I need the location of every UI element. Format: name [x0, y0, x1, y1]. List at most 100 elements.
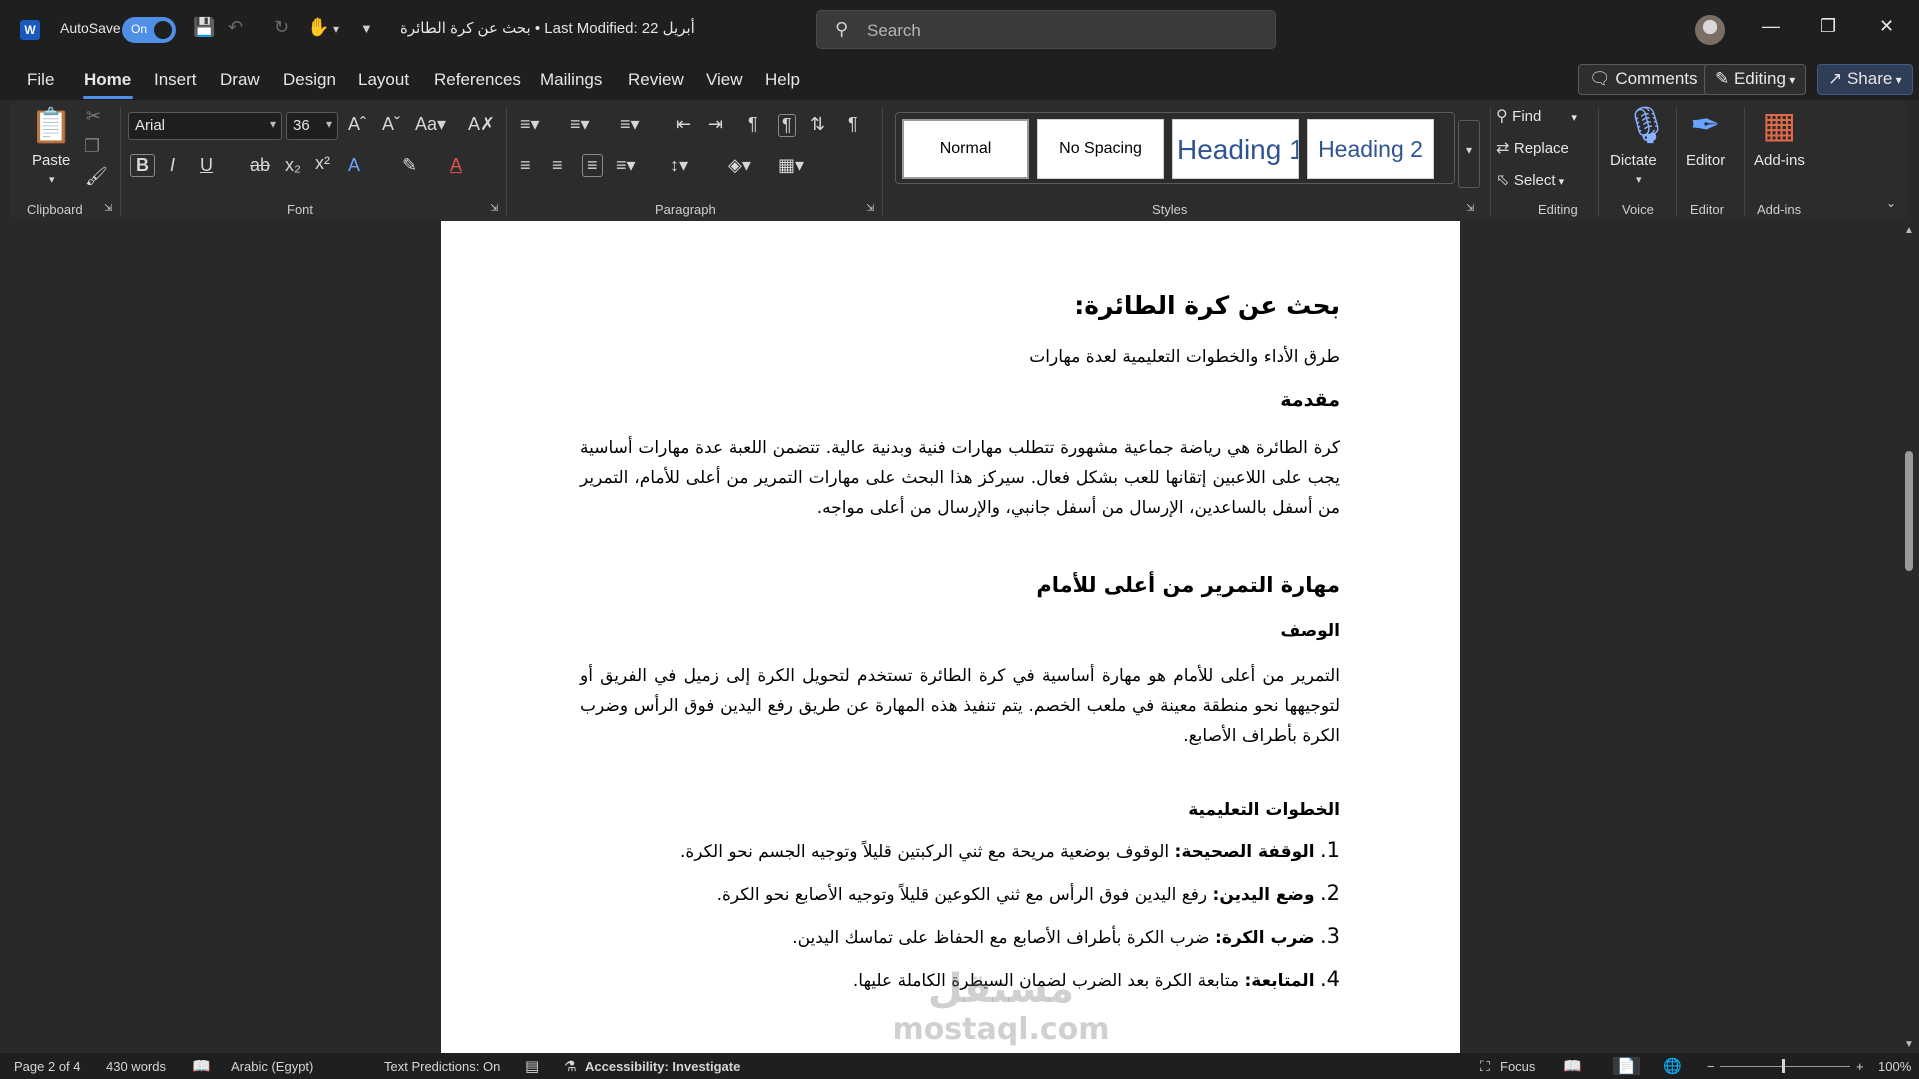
dictate-label[interactable]: Dictate	[1610, 152, 1657, 169]
share-button[interactable]: ↗ Share ▾	[1817, 64, 1913, 95]
strikethrough-icon[interactable]: ab	[250, 155, 270, 176]
decrease-indent-icon[interactable]: ⇤	[676, 114, 691, 135]
vertical-scrollbar[interactable]: ▲ ▼	[1900, 221, 1919, 1053]
grow-font-icon[interactable]: Aˆ	[348, 114, 366, 135]
tab-design[interactable]: Design	[283, 70, 336, 90]
touch-mode-icon[interactable]: ✋	[307, 17, 329, 38]
chevron-down-icon[interactable]: ▾	[1636, 173, 1642, 186]
paste-label[interactable]: Paste	[32, 152, 70, 169]
zoom-slider-knob[interactable]	[1782, 1059, 1785, 1073]
line-spacing-icon[interactable]: ↕▾	[670, 155, 688, 176]
superscript-icon[interactable]: x²	[315, 153, 330, 174]
zoom-out-icon[interactable]: −	[1707, 1059, 1715, 1074]
scroll-thumb[interactable]	[1905, 451, 1913, 571]
undo-icon[interactable]: ↶	[228, 17, 243, 38]
focus-button[interactable]: Focus	[1500, 1059, 1535, 1074]
tab-mailings[interactable]: Mailings	[540, 70, 602, 90]
style-heading-2[interactable]: Heading 2	[1307, 119, 1434, 179]
print-layout-icon[interactable]: 📄	[1613, 1057, 1640, 1075]
chevron-down-icon[interactable]: ▾	[49, 173, 55, 186]
tab-layout[interactable]: Layout	[358, 70, 409, 90]
borders-icon[interactable]: ▦▾	[778, 155, 804, 176]
scroll-down-icon[interactable]: ▼	[1904, 1039, 1914, 1050]
dialog-launcher-icon[interactable]: ⇲	[1466, 203, 1474, 214]
dialog-launcher-icon[interactable]: ⇲	[104, 203, 112, 214]
redo-icon[interactable]: ↻	[274, 17, 289, 38]
style-normal[interactable]: Normal	[902, 119, 1029, 179]
zoom-in-icon[interactable]: +	[1856, 1059, 1864, 1074]
increase-indent-icon[interactable]: ⇥	[708, 114, 723, 135]
web-layout-icon[interactable]: 🌐	[1663, 1057, 1682, 1075]
find-button[interactable]: ⚲ Find ▾	[1496, 106, 1577, 126]
bold-icon[interactable]: B	[130, 154, 155, 177]
change-case-icon[interactable]: Aa▾	[415, 114, 446, 135]
ltr-icon[interactable]: ¶	[748, 114, 758, 135]
read-mode-icon[interactable]: 📖	[1563, 1057, 1582, 1075]
paste-icon[interactable]: 📋	[30, 106, 72, 146]
dialog-launcher-icon[interactable]: ⇲	[490, 203, 498, 214]
editing-mode-button[interactable]: ✎ Editing ▾	[1704, 64, 1807, 95]
show-marks-icon[interactable]: ¶	[848, 114, 858, 135]
bullets-icon[interactable]: ≡▾	[520, 114, 540, 135]
avatar[interactable]	[1695, 15, 1725, 45]
document-title[interactable]: بحث عن كرة الطائرة • Last Modified: 22 أ…	[400, 19, 695, 37]
language-indicator[interactable]: Arabic (Egypt)	[231, 1059, 313, 1074]
close-icon[interactable]: ✕	[1879, 16, 1894, 37]
tab-insert[interactable]: Insert	[154, 70, 197, 90]
tab-draw[interactable]: Draw	[220, 70, 260, 90]
align-right-icon[interactable]: ≡	[582, 154, 603, 177]
editor-label[interactable]: Editor	[1686, 152, 1725, 169]
restore-icon[interactable]: ❐	[1820, 16, 1836, 37]
search-box[interactable]: ⚲ Search	[816, 10, 1276, 49]
align-left-icon[interactable]: ≡	[520, 155, 531, 176]
scroll-up-icon[interactable]: ▲	[1904, 225, 1914, 236]
replace-button[interactable]: ⇄ Replace	[1496, 138, 1569, 158]
zoom-slider[interactable]	[1720, 1066, 1850, 1067]
tab-file[interactable]: File	[27, 70, 54, 90]
multilevel-list-icon[interactable]: ≡▾	[620, 114, 640, 135]
italic-icon[interactable]: I	[170, 155, 175, 176]
underline-icon[interactable]: U	[200, 155, 213, 176]
chevron-down-icon[interactable]: ▾	[333, 22, 339, 36]
proofing-book-icon[interactable]: 📖	[192, 1057, 211, 1075]
editor-pen-icon[interactable]: ✒	[1690, 104, 1720, 146]
page-indicator[interactable]: Page 2 of 4	[14, 1059, 81, 1074]
tab-help[interactable]: Help	[765, 70, 800, 90]
tab-view[interactable]: View	[706, 70, 743, 90]
cut-icon[interactable]: ✂	[86, 106, 101, 127]
minimize-icon[interactable]: —	[1762, 16, 1780, 37]
subscript-icon[interactable]: x₂	[285, 155, 301, 176]
shading-icon[interactable]: ◈▾	[728, 155, 751, 176]
save-icon[interactable]: 💾	[193, 17, 215, 38]
word-count[interactable]: 430 words	[106, 1059, 166, 1074]
autosave-toggle[interactable]: On	[122, 17, 176, 43]
comments-button[interactable]: 🗨 Comments	[1578, 64, 1709, 95]
addins-grid-icon[interactable]: ▦	[1762, 104, 1796, 146]
document-page[interactable]: بحث عن كرة الطائرة: طرق الأداء والخطوات …	[441, 221, 1460, 1053]
text-effects-icon[interactable]: A	[348, 155, 360, 176]
tab-home[interactable]: Home	[84, 70, 131, 90]
font-family-select[interactable]: Arial ▾	[128, 112, 282, 140]
text-predictions[interactable]: Text Predictions: On	[384, 1059, 500, 1074]
rtl-icon[interactable]: ¶	[778, 114, 796, 137]
tab-review[interactable]: Review	[628, 70, 684, 90]
highlight-icon[interactable]: ✎	[402, 155, 417, 176]
dialog-launcher-icon[interactable]: ⇲	[866, 203, 874, 214]
macro-icon[interactable]: ▤	[525, 1057, 539, 1075]
collapse-ribbon-icon[interactable]: ⌄	[1886, 196, 1896, 210]
copy-icon[interactable]: ❐	[84, 136, 100, 157]
accessibility-status[interactable]: Accessibility: Investigate	[585, 1059, 740, 1074]
clear-formatting-icon[interactable]: A✗	[468, 114, 495, 135]
align-center-icon[interactable]: ≡	[552, 155, 563, 176]
numbering-icon[interactable]: ≡▾	[570, 114, 590, 135]
microphone-icon[interactable]: 🎙	[1624, 104, 1670, 146]
customize-qat-icon[interactable]: ▼	[360, 21, 373, 36]
tab-references[interactable]: References	[434, 70, 521, 90]
font-size-select[interactable]: 36 ▾	[286, 112, 338, 140]
styles-expand-icon[interactable]: ▾	[1458, 120, 1480, 188]
style-no-spacing[interactable]: No Spacing	[1037, 119, 1164, 179]
select-button[interactable]: ⬁ Select ▾	[1496, 170, 1564, 190]
font-color-icon[interactable]: A	[450, 155, 462, 176]
style-heading-1[interactable]: Heading 1	[1172, 119, 1299, 179]
format-painter-icon[interactable]: 🖌	[85, 166, 108, 187]
